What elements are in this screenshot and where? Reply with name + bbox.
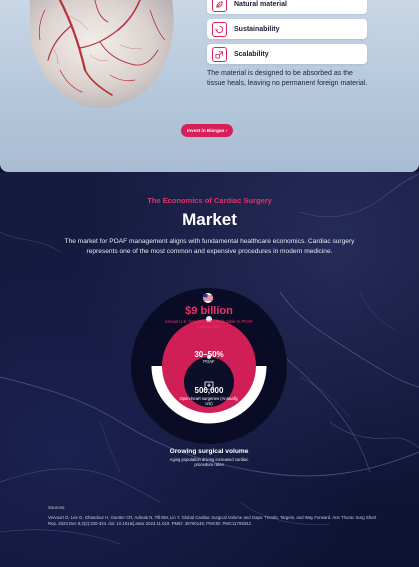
poaf-value: 30–50%: [194, 350, 224, 359]
surgeries-caption: Open-heart surgeries (Annually, US): [179, 396, 239, 406]
section-eyebrow: The Economics of Cardiac Surgery: [147, 196, 272, 205]
feature-label: Scalability: [234, 50, 269, 58]
sources-label: Sources:: [48, 505, 66, 510]
section-intro: The market for POAF management aligns wi…: [64, 238, 355, 255]
poaf-caption: POAF: [203, 359, 215, 364]
cost-caption: Annual U.S. hospital costs attributable …: [165, 319, 253, 329]
section-title: Market: [182, 210, 237, 229]
feature-scalability: Scalability: [207, 44, 367, 64]
feature-label: Natural material: [234, 0, 287, 8]
material-description: The material is designed to be absorbed …: [207, 70, 368, 87]
material-section: Natural material Sustainability Scalabil…: [0, 0, 419, 172]
leaf-icon: [212, 0, 227, 12]
heart-image: [0, 0, 200, 110]
growing-volume-title: Growing surgical volume: [169, 448, 249, 455]
page: Natural material Sustainability Scalabil…: [0, 0, 419, 567]
feature-natural-material: Natural material: [207, 0, 367, 14]
invest-button[interactable]: Invest in Biorgan ›: [181, 124, 234, 137]
sources-citation: Vervoort D, Lee G, Ghandour H, Guetter C…: [48, 515, 377, 526]
cost-value: $9 billion: [185, 305, 233, 317]
feature-label: Sustainability: [234, 25, 280, 33]
recycle-icon: [212, 21, 227, 37]
market-section: The Economics of Cardiac Surgery Market …: [0, 172, 419, 567]
growing-volume-caption: Aging population driving increased cardi…: [169, 457, 249, 467]
scale-icon: [212, 46, 227, 62]
surgeries-value: 500,000: [194, 386, 224, 395]
feature-sustainability: Sustainability: [207, 19, 367, 39]
